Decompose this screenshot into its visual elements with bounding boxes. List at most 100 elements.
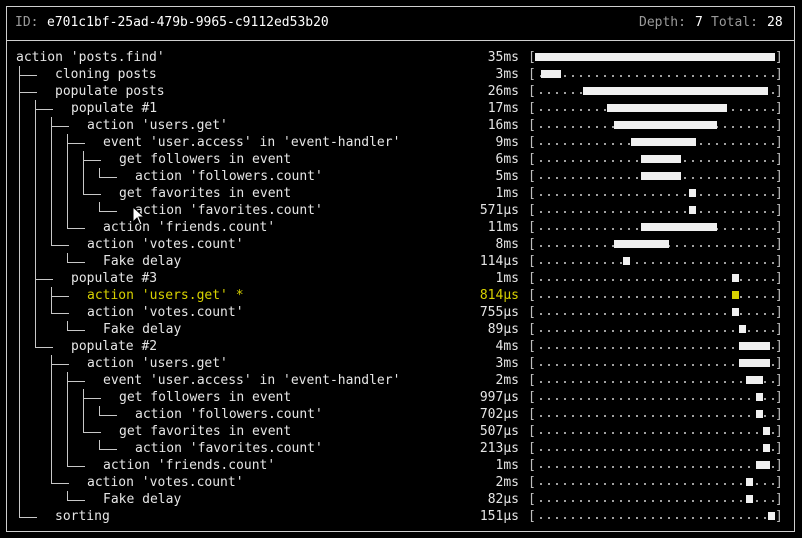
span-row[interactable]: Fake delay 82µs [] — [0, 491, 802, 508]
span-duration: 16ms — [487, 118, 519, 133]
timeline-right-bracket: ] — [775, 288, 783, 303]
span-row[interactable]: action 'users.get' 3ms [] — [0, 355, 802, 372]
span-row[interactable]: action 'votes.count' 2ms [] — [0, 474, 802, 491]
timeline-track — [537, 194, 774, 196]
span-row[interactable]: get followers in event 997µs [] — [0, 389, 802, 406]
timeline-left-bracket: [ — [528, 441, 536, 456]
span-row[interactable]: populate posts 26ms [] — [0, 83, 802, 100]
span-label: action 'favorites.count' — [135, 203, 323, 218]
span-row[interactable]: populate #2 4ms [] — [0, 338, 802, 355]
timeline-right-bracket: ] — [775, 135, 783, 150]
timeline-right-bracket: ] — [775, 373, 783, 388]
span-row[interactable]: action 'users.get' * 814µs [] — [0, 287, 802, 304]
span-label: event 'user.access' in 'event-handler' — [103, 373, 401, 388]
timeline-left-bracket: [ — [528, 458, 536, 473]
timeline-bar — [746, 376, 763, 384]
timeline-left-bracket: [ — [528, 492, 536, 507]
timeline-right-bracket: ] — [775, 305, 783, 320]
mouse-cursor-icon — [132, 206, 146, 226]
span-label: get favorites in event — [119, 186, 292, 201]
span-duration: 507µs — [479, 424, 519, 439]
timeline-left-bracket: [ — [528, 373, 536, 388]
span-row[interactable]: action 'votes.count' 8ms [] — [0, 236, 802, 253]
span-label: Fake delay — [103, 322, 182, 337]
timeline-track — [537, 381, 774, 383]
timeline-left-bracket: [ — [528, 186, 536, 201]
timeline-bar — [640, 223, 718, 231]
span-duration: 9ms — [495, 135, 519, 150]
timeline-left-bracket: [ — [528, 67, 536, 82]
timeline-bar — [739, 359, 771, 367]
timeline-track — [537, 75, 774, 77]
depth-label: Depth: — [639, 15, 686, 30]
timeline-bar — [731, 274, 739, 282]
total-label: Total: — [711, 15, 758, 30]
timeline-bar — [541, 70, 562, 78]
span-row[interactable]: action 'followers.count' 5ms [] — [0, 168, 802, 185]
timeline-bar — [767, 512, 775, 520]
span-row[interactable]: cloning posts 3ms [] — [0, 66, 802, 83]
span-label: action 'followers.count' — [135, 169, 323, 184]
timeline-bar — [631, 138, 696, 146]
timeline-bar — [688, 206, 696, 214]
span-row[interactable]: action 'favorites.count' 571µs [] — [0, 202, 802, 219]
span-duration: 8ms — [495, 237, 519, 252]
span-duration: 814µs — [479, 288, 519, 303]
span-row[interactable]: get favorites in event 507µs [] — [0, 423, 802, 440]
timeline-bar — [763, 427, 771, 435]
timeline-track — [537, 483, 774, 485]
timeline-left-bracket: [ — [528, 271, 536, 286]
timeline-right-bracket: ] — [775, 424, 783, 439]
timeline-left-bracket: [ — [528, 509, 536, 524]
timeline-left-bracket: [ — [528, 101, 536, 116]
span-row[interactable]: action 'users.get' 16ms [] — [0, 117, 802, 134]
span-row[interactable]: get followers in event 6ms [] — [0, 151, 802, 168]
span-row[interactable]: populate #1 17ms [] — [0, 100, 802, 117]
timeline-left-bracket: [ — [528, 390, 536, 405]
span-duration: 6ms — [495, 152, 519, 167]
span-row[interactable]: sorting 151µs [] — [0, 508, 802, 525]
timeline-right-bracket: ] — [775, 356, 783, 371]
timeline-bar — [583, 87, 768, 95]
span-label: action 'friends.count' — [103, 458, 276, 473]
span-row[interactable]: get favorites in event 1ms [] — [0, 185, 802, 202]
timeline-right-bracket: ] — [775, 203, 783, 218]
span-row[interactable]: Fake delay 114µs [] — [0, 253, 802, 270]
span-row[interactable]: action 'favorites.count' 213µs [] — [0, 440, 802, 457]
span-row[interactable]: event 'user.access' in 'event-handler' 9m… — [0, 134, 802, 151]
timeline-left-bracket: [ — [528, 356, 536, 371]
timeline-right-bracket: ] — [775, 152, 783, 167]
timeline-right-bracket: ] — [775, 101, 783, 116]
span-label: action 'votes.count' — [87, 475, 244, 490]
timeline-bar — [614, 240, 670, 248]
timeline-right-bracket: ] — [775, 509, 783, 524]
span-row[interactable]: action 'followers.count' 702µs [] — [0, 406, 802, 423]
timeline-bar — [746, 495, 754, 503]
timeline-left-bracket: [ — [528, 152, 536, 167]
timeline-right-bracket: ] — [775, 390, 783, 405]
trace-id: e701c1bf-25ad-479b-9965-c9112ed53b20 — [47, 15, 329, 30]
span-duration: 3ms — [495, 67, 519, 82]
span-row[interactable]: event 'user.access' in 'event-handler' 2m… — [0, 372, 802, 389]
timeline-right-bracket: ] — [775, 186, 783, 201]
timeline-bar — [739, 342, 771, 350]
timeline-left-bracket: [ — [528, 305, 536, 320]
span-row[interactable]: action 'friends.count' 1ms [] — [0, 457, 802, 474]
span-duration: 26ms — [487, 84, 519, 99]
span-duration: 89µs — [487, 322, 519, 337]
span-label: event 'user.access' in 'event-handler' — [103, 135, 401, 150]
timeline-left-bracket: [ — [528, 203, 536, 218]
span-row[interactable]: action 'votes.count' 755µs [] — [0, 304, 802, 321]
span-label: populate #1 — [71, 101, 158, 116]
span-row[interactable]: action 'friends.count' 11ms [] — [0, 219, 802, 236]
span-label: action 'friends.count' — [103, 220, 276, 235]
span-row[interactable]: action 'posts.find' 35ms[] — [0, 49, 802, 66]
span-row[interactable]: Fake delay 89µs [] — [0, 321, 802, 338]
depth-value: 7 — [695, 15, 703, 30]
timeline-left-bracket: [ — [528, 237, 536, 252]
timeline-track — [537, 415, 774, 417]
timeline-bar — [614, 121, 718, 129]
timeline-right-bracket: ] — [775, 441, 783, 456]
timeline-left-bracket: [ — [528, 424, 536, 439]
span-row[interactable]: populate #3 1ms [] — [0, 270, 802, 287]
